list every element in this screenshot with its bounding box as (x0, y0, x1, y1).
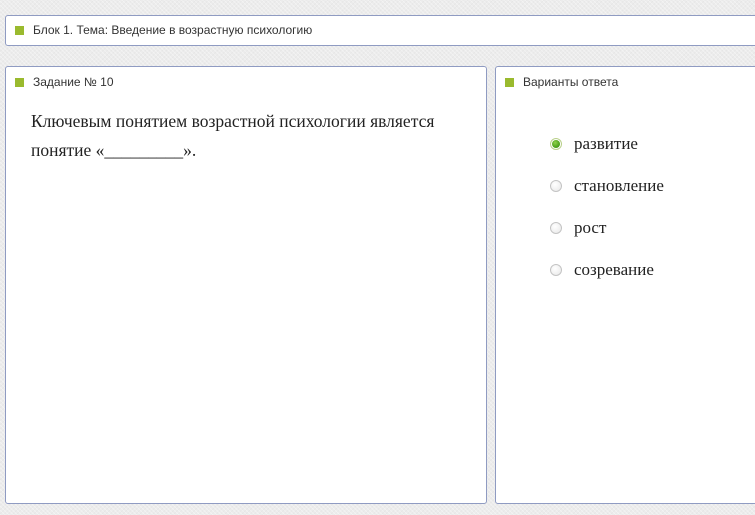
topic-header: Блок 1. Тема: Введение в возрастную псих… (15, 23, 312, 37)
topic-panel: Блок 1. Тема: Введение в возрастную псих… (5, 15, 755, 46)
answer-option-label: созревание (574, 260, 654, 279)
square-bullet-icon (505, 77, 514, 87)
radio-button[interactable] (550, 180, 562, 192)
radio-button[interactable] (550, 264, 562, 276)
answer-option-label: развитие (574, 134, 638, 153)
radio-button[interactable] (550, 222, 562, 234)
answer-option-razvitie[interactable]: развитие (550, 123, 664, 165)
answer-option-stanovlenie[interactable]: становление (550, 165, 664, 207)
answer-option-label: рост (574, 218, 607, 237)
answers-panel: Варианты ответа развитие становление рос… (495, 66, 755, 504)
square-bullet-icon (15, 77, 24, 87)
answer-option-label: становление (574, 176, 664, 195)
topic-title: Блок 1. Тема: Введение в возрастную псих… (33, 23, 313, 37)
square-bullet-icon (15, 25, 24, 35)
task-number: Задание № 10 (33, 75, 114, 89)
task-panel: Задание № 10 Ключевым понятием возрастно… (5, 66, 487, 504)
answers-header: Варианты ответа (505, 75, 618, 89)
answer-option-sozrevanie[interactable]: созревание (550, 249, 664, 291)
task-header: Задание № 10 (15, 75, 114, 89)
question-text: Ключевым понятием возрастной психологии … (31, 111, 435, 160)
answers-title: Варианты ответа (523, 75, 619, 89)
answer-options: развитие становление рост созревание (550, 123, 664, 291)
radio-button-selected[interactable] (550, 138, 562, 150)
answer-option-rost[interactable]: рост (550, 207, 664, 249)
